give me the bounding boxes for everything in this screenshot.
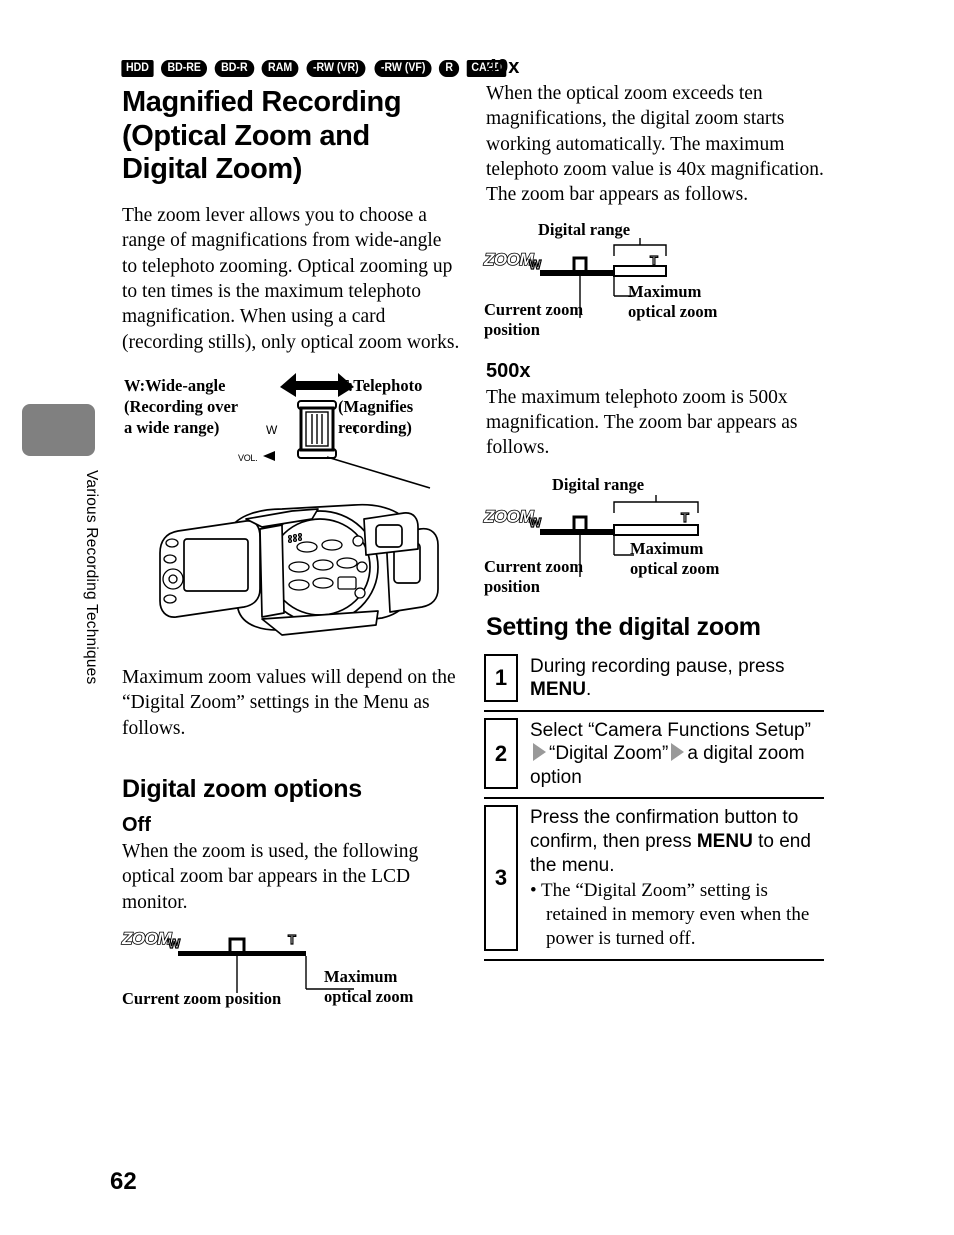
zoom-bar-500x-current-line1: Current zoom <box>484 556 584 576</box>
wide-angle-sub2: a wide range) <box>124 418 220 438</box>
chapter-label: Various Recording Techniques <box>83 470 100 685</box>
zoom-bar-off-current-label: Current zoom position <box>122 989 282 1008</box>
intro-paragraph: The zoom lever allows you to choose a ra… <box>122 204 460 353</box>
step-1-text-after: . <box>585 679 592 701</box>
zoom-bar-off-max-line2: optical zoom <box>324 986 414 1006</box>
double-arrow-icon <box>280 372 354 397</box>
camcorder-illustration <box>159 503 439 636</box>
step-2-segment-2: “Digital Zoom” <box>549 743 669 765</box>
zoom-bar-500x-max-line1: Maximum <box>630 538 704 558</box>
step-2-segment-1: Select “Camera Functions Setup” <box>530 719 811 741</box>
step-3-note: • The “Digital Zoom” setting is retained… <box>530 880 810 949</box>
zoom-bar-500x-digital-range-label: Digital range <box>552 474 645 494</box>
zoom-lever-icon <box>297 399 337 459</box>
zoom-bar-40x-max-line1: Maximum <box>628 281 702 301</box>
media-badge-row: HDD BD-RE BD-R RAM -RW (VR) -RW (VF) R C… <box>120 58 507 78</box>
step-1-text: During recording pause, press MENU. <box>530 654 824 702</box>
badge-rw-vr: -RW (VR) <box>306 59 366 77</box>
badge-r: R <box>439 59 460 77</box>
badge-hdd: HDD <box>121 59 154 77</box>
page-number: 62 <box>110 1168 137 1195</box>
step-1-bold: MENU <box>530 679 586 701</box>
zoom-bar-40x-max-line2: optical zoom <box>628 301 718 321</box>
wide-angle-sub1: (Recording over <box>124 397 239 417</box>
zoom-bar-40x-current-line2: position <box>484 319 540 339</box>
lever-t-label: T <box>352 422 360 437</box>
step-3-bold: MENU <box>696 831 753 853</box>
procedure-steps: 1 During recording pause, press MENU. 2 … <box>484 652 824 961</box>
arrow-right-icon <box>671 743 685 762</box>
step-2: 2 Select “Camera Functions Setup”“Digita… <box>484 709 824 798</box>
x500-paragraph: The maximum telephoto zoom is 500x magni… <box>486 386 798 459</box>
step-3-text: Press the confirmation button to confirm… <box>530 805 824 950</box>
zoom-bar-off: ZOOM W T Current zoom position Maximum o… <box>120 927 460 1019</box>
badge-ram: RAM <box>261 59 299 77</box>
setting-digital-zoom-heading: Setting the digital zoom <box>486 612 761 641</box>
step-3-number: 3 <box>484 805 518 951</box>
off-paragraph: When the zoom is used, the following opt… <box>122 840 419 913</box>
wide-angle-label: W:Wide-angle (Recording over a wide rang… <box>124 375 238 438</box>
arrow-right-icon <box>533 743 546 762</box>
page-title: Magnified Recording (Optical Zoom and Di… <box>122 86 402 186</box>
lever-w-label: W <box>266 422 278 437</box>
digital-zoom-options-heading: Digital zoom options <box>122 774 362 803</box>
vol-label: VOL. <box>238 452 258 463</box>
zoom-bar-40x-max-label: Maximum optical zoom <box>628 282 717 322</box>
step-1-text-before: During recording pause, press <box>530 655 785 677</box>
zoom-bar-off-max-label: Maximum optical zoom <box>324 967 413 1007</box>
x40-paragraph: When the optical zoom exceeds ten magnif… <box>486 83 824 206</box>
zoom-bar-40x-current-line1: Current zoom <box>484 299 584 319</box>
zoom-bar-40x: Digital range ZOOM W T Current zoom posi… <box>483 219 824 340</box>
leader-line <box>326 456 431 489</box>
wide-angle-title: W:Wide-angle <box>124 375 226 395</box>
right-column: 40x When the optical zoom exceeds ten ma… <box>483 56 824 961</box>
step-1: 1 During recording pause, press MENU. <box>484 652 824 710</box>
telephoto-sub2: recording) <box>338 418 412 438</box>
off-heading: Off <box>122 813 151 836</box>
vol-pointer-icon <box>263 450 275 461</box>
zoom-bar-500x: Digital range ZOOM W T Current zoom posi… <box>483 474 824 597</box>
zoom-bar-500x-max-line2: optical zoom <box>630 558 720 578</box>
badge-bd-r: BD-R <box>215 59 255 77</box>
chapter-tab <box>22 404 95 456</box>
x500-heading: 500x <box>486 359 531 382</box>
step-1-number: 1 <box>484 653 518 702</box>
left-column: HDD BD-RE BD-R RAM -RW (VR) -RW (VF) R C… <box>120 58 507 1019</box>
zoom-bar-40x-digital-range-label: Digital range <box>538 219 631 239</box>
badge-bd-re: BD-RE <box>160 59 208 77</box>
zoom-bar-500x-max-label: Maximum optical zoom <box>630 539 719 579</box>
x40-heading: 40x <box>486 56 520 78</box>
zoom-lever-figure: W:Wide-angle (Recording over a wide rang… <box>120 371 460 489</box>
badge-rw-vf: -RW (VF) <box>374 59 432 77</box>
step-2-text: Select “Camera Functions Setup”“Digital … <box>530 718 824 790</box>
zoom-bar-40x-current-label: Current zoom position <box>484 300 583 340</box>
step-2-number: 2 <box>484 717 518 790</box>
zoom-bar-500x-current-line2: position <box>484 576 540 596</box>
zoom-bar-off-max-line1: Maximum <box>324 967 398 986</box>
zoom-bar-500x-current-label: Current zoom position <box>484 557 583 597</box>
telephoto-sub1: (Magnifies <box>338 397 414 417</box>
step-3: 3 Press the confirmation button to confi… <box>484 797 824 961</box>
after-figure-paragraph: Maximum zoom values will depend on the “… <box>122 666 456 739</box>
